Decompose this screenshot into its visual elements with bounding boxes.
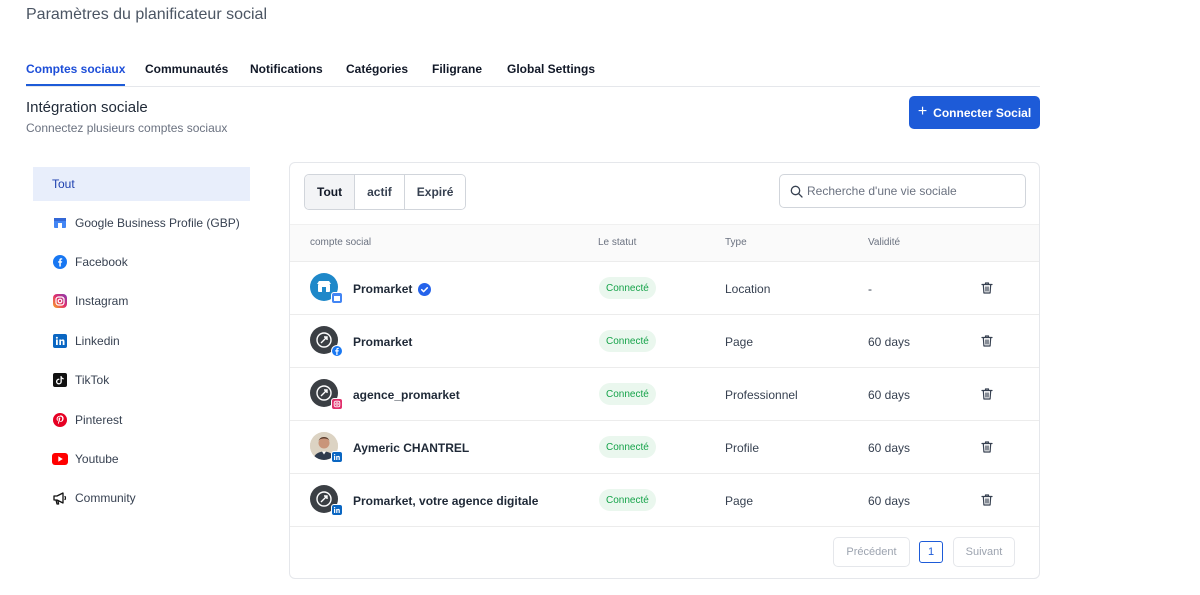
trash-icon[interactable] (980, 281, 994, 295)
account-validity: 60 days (868, 388, 911, 402)
section-title: Intégration sociale (26, 99, 148, 116)
instagram-icon (331, 398, 343, 410)
accounts-panel: Tout actif Expiré compte social Le statu… (289, 162, 1040, 579)
pinterest-icon (52, 412, 68, 428)
sidebar-item-linkedin[interactable]: Linkedin (33, 324, 250, 358)
google-business-icon (331, 292, 343, 304)
table-row: Promarket Connecté Location - (290, 262, 1039, 315)
sidebar-item-tiktok[interactable]: TikTok (33, 363, 250, 397)
account-name-text: Promarket (353, 335, 413, 349)
instagram-icon (52, 293, 68, 309)
table-row: agence_promarket Connecté Professionnel … (290, 368, 1039, 421)
account-type: Professionnel (725, 388, 798, 402)
sidebar-item-gbp[interactable]: Google Business Profile (GBP) (33, 206, 250, 240)
account-name-text: agence_promarket (353, 388, 460, 402)
sidebar-item-label: Community (75, 491, 136, 505)
tab-notifications[interactable]: Notifications (250, 62, 323, 76)
connect-social-button[interactable]: + Connecter Social (909, 96, 1040, 129)
sidebar-item-community[interactable]: Community (33, 481, 250, 515)
tab-filigrane[interactable]: Filigrane (432, 62, 482, 76)
sidebar-item-label: TikTok (75, 373, 110, 387)
status-badge: Connecté (599, 436, 656, 458)
account-name: Promarket, votre agence digitale (353, 494, 538, 508)
table-row: Aymeric CHANTREL Connecté Profile 60 day… (290, 421, 1039, 474)
account-name-text: Promarket, votre agence digitale (353, 494, 539, 508)
sidebar-item-label: Tout (52, 177, 75, 191)
sidebar-item-label: Facebook (75, 255, 128, 269)
account-name-text: Promarket (353, 282, 413, 296)
account-validity: 60 days (868, 441, 911, 455)
facebook-icon (331, 345, 343, 357)
filter-actif[interactable]: actif (355, 175, 405, 209)
megaphone-icon (52, 490, 68, 506)
youtube-icon (52, 451, 68, 467)
verified-icon (418, 282, 432, 296)
trash-icon[interactable] (980, 387, 994, 401)
account-name: Aymeric CHANTREL (353, 441, 469, 455)
account-name-text: Aymeric CHANTREL (353, 441, 470, 455)
sidebar-item-label: Instagram (75, 294, 129, 308)
trash-icon[interactable] (980, 493, 994, 507)
filter-expire[interactable]: Expiré (404, 175, 466, 209)
status-badge: Connecté (599, 277, 656, 299)
tiktok-icon (52, 372, 68, 388)
sidebar-item-facebook[interactable]: Facebook (33, 245, 250, 279)
status-badge: Connecté (599, 330, 656, 352)
search-icon (790, 185, 803, 198)
account-name: Promarket (353, 282, 432, 296)
search-box (779, 174, 1026, 208)
plus-icon: + (917, 102, 928, 120)
sidebar-item-instagram[interactable]: Instagram (33, 284, 250, 318)
connect-social-label: Connecter Social (933, 105, 1032, 120)
sidebar-item-tout[interactable]: Tout (33, 167, 250, 201)
table-row: Promarket, votre agence digitale Connect… (290, 474, 1039, 527)
sidebar-item-label: Google Business Profile (GBP) (75, 216, 240, 230)
column-header: Le statut (598, 237, 637, 248)
account-type: Page (725, 335, 754, 349)
column-header: Type (725, 237, 747, 248)
column-header: compte social (310, 237, 372, 248)
google-business-icon (52, 215, 68, 231)
status-badge: Connecté (599, 489, 656, 511)
linkedin-icon (52, 333, 68, 349)
column-header: Validité (868, 237, 901, 248)
account-type: Profile (725, 441, 760, 455)
search-input[interactable] (807, 184, 1007, 198)
sidebar-item-pinterest[interactable]: Pinterest (33, 403, 250, 437)
sidebar-item-label: Pinterest (75, 413, 123, 427)
account-validity: 60 days (868, 335, 911, 349)
status-filter: Tout actif Expiré (304, 174, 467, 210)
table-header: compte social Le statut Type Validité (290, 224, 1039, 262)
linkedin-icon (331, 451, 343, 463)
settings-tabs: Comptes sociaux Communautés Notification… (26, 55, 1040, 87)
sidebar-item-label: Linkedin (75, 334, 120, 348)
account-type: Location (725, 282, 771, 296)
page-number-button[interactable]: 1 (919, 541, 943, 563)
tab-global-settings[interactable]: Global Settings (507, 62, 595, 76)
next-page-button[interactable]: Suivant (953, 537, 1015, 567)
tab-comptes-sociaux[interactable]: Comptes sociaux (26, 62, 126, 86)
filter-tout[interactable]: Tout (305, 175, 356, 209)
account-type: Page (725, 494, 754, 508)
previous-page-button[interactable]: Précédent (833, 537, 910, 567)
account-validity: 60 days (868, 494, 911, 508)
facebook-icon (52, 254, 68, 270)
account-name: agence_promarket (353, 388, 460, 402)
sidebar-item-youtube[interactable]: Youtube (33, 442, 250, 476)
account-name: Promarket (353, 335, 412, 349)
sidebar-item-label: Youtube (75, 452, 119, 466)
section-subtitle: Connectez plusieurs comptes sociaux (26, 121, 228, 135)
page-title: Paramètres du planificateur social (26, 6, 268, 23)
trash-icon[interactable] (980, 334, 994, 348)
table-row: Promarket Connecté Page 60 days (290, 315, 1039, 368)
trash-icon[interactable] (980, 440, 994, 454)
status-badge: Connecté (599, 383, 656, 405)
linkedin-icon (331, 504, 343, 516)
tab-categories[interactable]: Catégories (346, 62, 408, 76)
account-validity: - (868, 282, 872, 296)
tab-communautes[interactable]: Communautés (145, 62, 228, 76)
